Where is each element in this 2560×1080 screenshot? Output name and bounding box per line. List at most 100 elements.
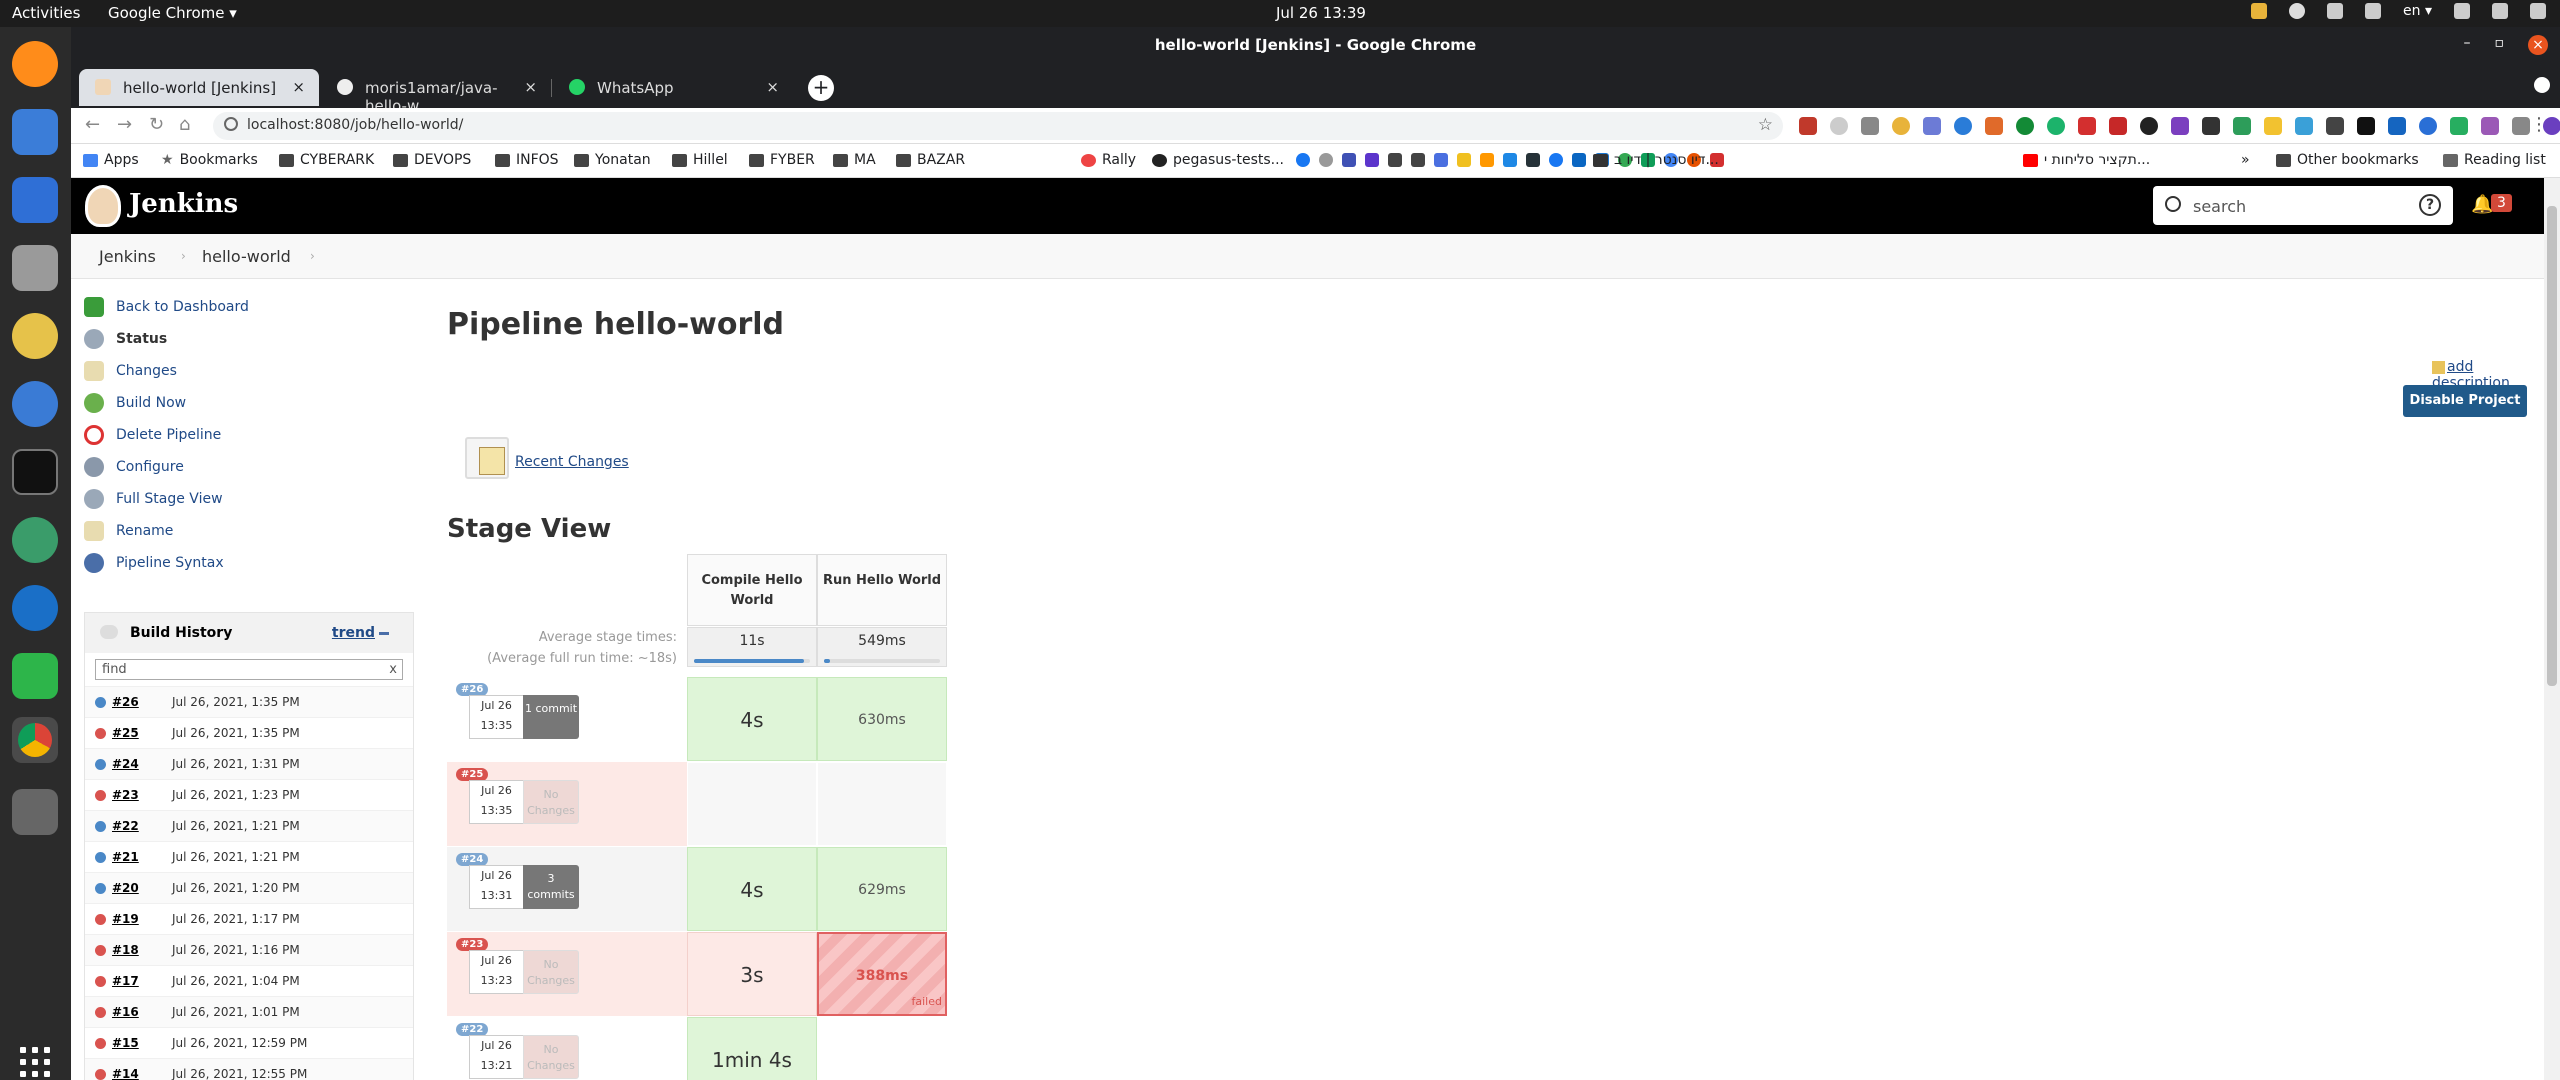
- bookmark-other[interactable]: Other bookmarks: [2276, 152, 2419, 168]
- build-date[interactable]: Jul 26, 2021, 1:21 PM: [172, 850, 300, 864]
- show-apps-icon[interactable]: [20, 1047, 50, 1077]
- build-number-link[interactable]: #25: [112, 726, 139, 740]
- disable-project-button[interactable]: Disable Project: [2403, 385, 2527, 417]
- minimize-button[interactable]: –: [2464, 35, 2471, 55]
- build-date[interactable]: Jul 26, 2021, 1:20 PM: [172, 881, 300, 895]
- drupal-icon[interactable]: [12, 585, 58, 631]
- help-icon[interactable]: [12, 381, 58, 427]
- build-date[interactable]: Jul 26, 2021, 1:17 PM: [172, 912, 300, 926]
- help-icon[interactable]: ?: [2419, 194, 2441, 216]
- extension-icon[interactable]: [1830, 117, 1848, 135]
- build-row[interactable]: #26 Jul 26, 2021, 1:35 PM: [85, 686, 413, 717]
- build-date[interactable]: Jul 26, 2021, 1:01 PM: [172, 1005, 300, 1019]
- run-changes-box[interactable]: 1 commit: [523, 695, 579, 739]
- stage-cell[interactable]: 630ms: [817, 677, 947, 761]
- build-date[interactable]: Jul 26, 2021, 1:04 PM: [172, 974, 300, 988]
- close-tab-icon[interactable]: ×: [524, 78, 537, 96]
- trend-link[interactable]: trend: [332, 625, 375, 641]
- bookmark-star-icon[interactable]: ☆: [1758, 115, 1773, 135]
- task-changes[interactable]: Changes: [84, 355, 484, 387]
- build-row[interactable]: #24 Jul 26, 2021, 1:31 PM: [85, 748, 413, 779]
- volume-icon[interactable]: [2492, 3, 2508, 19]
- bookmark-bookmarks[interactable]: ★ Bookmarks: [161, 152, 258, 168]
- extension-icon[interactable]: [2295, 117, 2313, 135]
- bookmark-cyberark[interactable]: CYBERARK: [279, 152, 374, 168]
- build-date[interactable]: Jul 26, 2021, 1:23 PM: [172, 788, 300, 802]
- build-number-link[interactable]: #18: [112, 943, 139, 957]
- chevron-right-icon[interactable]: ›: [310, 249, 315, 263]
- build-number-link[interactable]: #22: [112, 819, 139, 833]
- extension-icon[interactable]: [2388, 117, 2406, 135]
- build-row[interactable]: #16 Jul 26, 2021, 1:01 PM: [85, 996, 413, 1027]
- bookmark-ma[interactable]: MA: [833, 152, 876, 168]
- extension-icon[interactable]: [2450, 117, 2468, 135]
- build-number-link[interactable]: #14: [112, 1067, 139, 1080]
- stage-cell[interactable]: 4s: [687, 677, 817, 761]
- home-icon[interactable]: ⌂: [179, 114, 190, 135]
- stage-cell[interactable]: 3s: [687, 932, 817, 1016]
- bookmark-icon[interactable]: [1434, 153, 1448, 167]
- jenkins-title[interactable]: Jenkins: [129, 189, 238, 219]
- bookmark-hillel[interactable]: Hillel: [672, 152, 728, 168]
- bookmark-youtube[interactable]: תקציר סליחות י...: [2023, 152, 2150, 168]
- jenkins-logo[interactable]: [85, 185, 121, 227]
- more-bookmarks-icon[interactable]: »: [2241, 152, 2250, 168]
- site-info-icon[interactable]: [224, 117, 238, 131]
- clock[interactable]: Jul 26 13:39: [1276, 4, 1366, 22]
- system-tray[interactable]: en ▾: [2251, 3, 2546, 19]
- rhythmbox-icon[interactable]: [12, 313, 58, 359]
- task-full-stage-view[interactable]: Full Stage View: [84, 483, 484, 515]
- build-row[interactable]: #17 Jul 26, 2021, 1:04 PM: [85, 965, 413, 996]
- build-number-link[interactable]: #17: [112, 974, 139, 988]
- skype-icon[interactable]: [2289, 3, 2306, 19]
- task-build-now[interactable]: Build Now: [84, 387, 484, 419]
- tab-search-icon[interactable]: [2534, 77, 2550, 93]
- extension-icon[interactable]: [2357, 117, 2375, 135]
- build-date[interactable]: Jul 26, 2021, 12:55 PM: [172, 1067, 307, 1080]
- build-date[interactable]: Jul 26, 2021, 1:31 PM: [172, 757, 300, 771]
- maximize-button[interactable]: ▫: [2495, 35, 2505, 55]
- build-date[interactable]: Jul 26, 2021, 1:35 PM: [172, 695, 300, 709]
- new-tab-button[interactable]: +: [808, 75, 834, 101]
- extension-icon[interactable]: [2047, 117, 2065, 135]
- build-row[interactable]: #23 Jul 26, 2021, 1:23 PM: [85, 779, 413, 810]
- close-tab-icon[interactable]: ×: [766, 78, 779, 96]
- bookmark-icon[interactable]: [1480, 153, 1494, 167]
- stage-cell[interactable]: 4s: [687, 847, 817, 931]
- trash-icon[interactable]: [12, 789, 58, 835]
- thunderbird-icon[interactable]: [12, 109, 58, 155]
- address-bar[interactable]: localhost:8080/job/hello-world/ ☆: [213, 112, 1783, 140]
- extensions-puzzle-icon[interactable]: [2512, 117, 2530, 135]
- bookmark-bazar[interactable]: BAZAR: [896, 152, 965, 168]
- bookmark-yonatan[interactable]: Yonatan: [574, 152, 651, 168]
- clear-filter-button[interactable]: x: [389, 662, 397, 677]
- extension-icon[interactable]: [1892, 117, 1910, 135]
- bookmark-reading-list[interactable]: Reading list: [2443, 152, 2546, 168]
- notification-badge[interactable]: 3: [2491, 194, 2512, 212]
- breadcrumb-jenkins[interactable]: Jenkins: [99, 247, 156, 266]
- build-date[interactable]: Jul 26, 2021, 1:21 PM: [172, 819, 300, 833]
- extension-icon[interactable]: [2233, 117, 2251, 135]
- build-row[interactable]: #22 Jul 26, 2021, 1:21 PM: [85, 810, 413, 841]
- bookmark-icon[interactable]: [1342, 153, 1356, 167]
- page-scrollbar[interactable]: [2544, 178, 2560, 1080]
- bookmark-infos[interactable]: INFOS: [495, 152, 559, 168]
- energy-icon[interactable]: [12, 653, 58, 699]
- bookmark-apps[interactable]: Apps: [83, 152, 139, 168]
- build-row[interactable]: #20 Jul 26, 2021, 1:20 PM: [85, 872, 413, 903]
- scrollbar-thumb[interactable]: [2547, 206, 2557, 686]
- extension-icon[interactable]: [2016, 117, 2034, 135]
- search-box[interactable]: search ?: [2153, 186, 2453, 225]
- stage-cell[interactable]: 388ms failed: [817, 932, 947, 1016]
- wix-icon[interactable]: [1411, 153, 1425, 167]
- extension-icon[interactable]: [2264, 117, 2282, 135]
- bookmark-devops[interactable]: DEVOPS: [393, 152, 471, 168]
- bookmark-fyber[interactable]: FYBER: [749, 152, 815, 168]
- linkedin-icon[interactable]: [1572, 153, 1586, 167]
- extension-icon[interactable]: [2326, 117, 2344, 135]
- chrome-tray-icon[interactable]: [2251, 3, 2268, 19]
- bookmark-icon[interactable]: [1526, 153, 1540, 167]
- atom-icon[interactable]: [12, 517, 58, 563]
- extension-icon[interactable]: [1861, 117, 1879, 135]
- build-filter-input[interactable]: find x: [95, 659, 403, 680]
